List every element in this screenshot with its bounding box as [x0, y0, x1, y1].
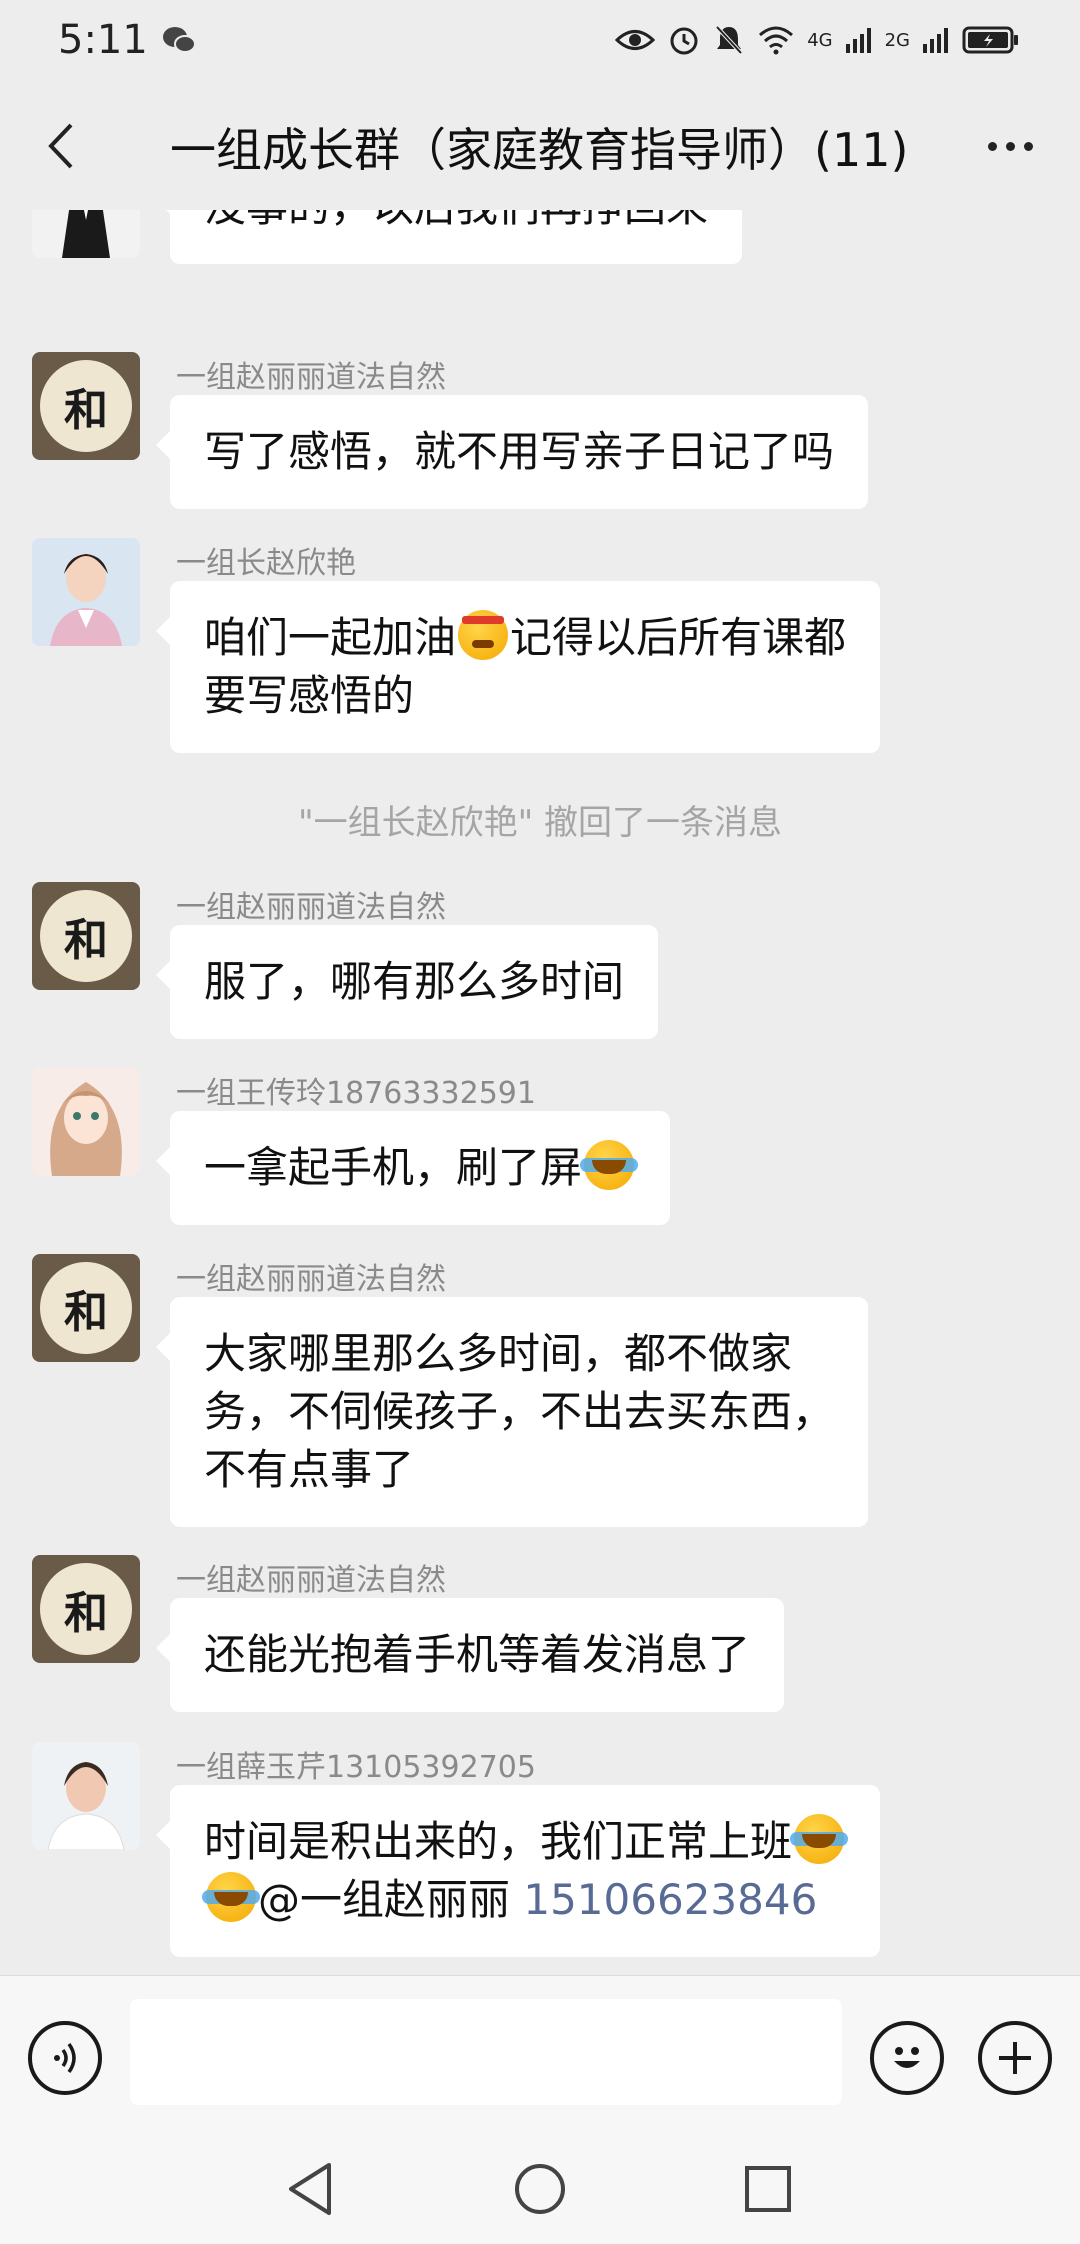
message-list[interactable]: 没事的，以后我们再挣回来 和 一组赵丽丽道法自然 写了感悟，就不用写亲子日记了吗… — [0, 210, 1080, 1975]
system-home-button[interactable] — [510, 2159, 570, 2219]
more-functions-button[interactable] — [978, 2021, 1052, 2095]
message-bubble[interactable]: 一拿起手机，刷了屏 — [155, 1111, 671, 1225]
triangle-back-icon — [289, 2163, 331, 2215]
message-text: 写了感悟，就不用写亲子日记了吗 — [204, 427, 835, 476]
sender-name: 一组赵丽丽道法自然 — [176, 890, 446, 925]
message-text: 时间是积出来的，我们正常上班 — [204, 1817, 793, 1866]
message-bubble[interactable]: 服了，哪有那么多时间 — [155, 925, 659, 1039]
mute-icon — [715, 25, 743, 55]
signal-icon-1 — [845, 28, 871, 53]
avatar-glyph: 和 — [40, 360, 132, 452]
message-input[interactable] — [130, 1999, 842, 2105]
emoji-fighting-icon — [458, 610, 509, 660]
plus-icon — [999, 2042, 1031, 2074]
network-label-1: 4G — [807, 29, 833, 51]
message-text: 要写感悟的 — [204, 671, 415, 720]
message-text: 没事的，以后我们再挣回来 — [204, 210, 708, 231]
chat-header: 一组成长群（家庭教育指导师）(11) — [0, 80, 1080, 210]
emoji-crying-laughing-icon — [202, 1872, 260, 1922]
voice-icon — [54, 2042, 76, 2074]
square-recents-icon — [745, 2166, 791, 2212]
wechat-notification-icon — [162, 27, 196, 53]
battery-icon — [962, 26, 1018, 54]
message-bubble[interactable]: 时间是积出来的，我们正常上班 @一组赵丽丽 15106623846 — [155, 1785, 881, 1957]
message-text: 咱们一起加油 — [204, 613, 457, 662]
phone-link[interactable]: 15106623846 — [523, 1875, 817, 1924]
network-label-2: 2G — [884, 29, 910, 51]
message-text: 大家哪里那么多时间，都不做家 — [204, 1329, 793, 1378]
back-arrow-icon — [48, 123, 73, 169]
avatar-glyph: 和 — [40, 890, 132, 982]
message-text: 记得以后所有课都 — [510, 613, 847, 662]
emoji-icon — [894, 2047, 920, 2068]
status-left: 5:11 — [58, 17, 196, 63]
emoji-button[interactable] — [870, 2021, 944, 2095]
avatar[interactable]: 和 — [32, 882, 140, 990]
sender-name: 一组长赵欣艳 — [176, 546, 356, 581]
avatar[interactable] — [32, 1068, 140, 1176]
status-bar: 5:11 4G 2G — [0, 0, 1080, 80]
message-text: 服了，哪有那么多时间 — [204, 957, 625, 1006]
signal-icon-2 — [923, 28, 948, 53]
message-text: 不有点事了 — [204, 1445, 415, 1494]
circle-home-icon — [515, 2164, 565, 2214]
sender-name: 一组薛玉芹13105392705 — [176, 1750, 536, 1785]
system-message-recalled: "一组长赵欣艳" 撤回了一条消息 — [297, 803, 783, 843]
input-bar — [0, 1975, 1080, 2135]
avatar[interactable] — [32, 210, 140, 258]
voice-button[interactable] — [28, 2021, 102, 2095]
eye-icon — [615, 30, 656, 50]
back-button[interactable] — [30, 116, 90, 176]
avatar[interactable]: 和 — [32, 1555, 140, 1663]
status-right: 4G 2G — [615, 23, 1020, 57]
sender-name: 一组赵丽丽道法自然 — [176, 1262, 446, 1297]
status-time: 5:11 — [58, 17, 148, 63]
avatar[interactable]: 和 — [32, 352, 140, 460]
emoji-crying-laughing-icon — [790, 1814, 849, 1864]
avatar[interactable] — [32, 1742, 140, 1850]
emoji-crying-laughing-icon — [580, 1140, 639, 1190]
avatar-glyph: 和 — [40, 1262, 132, 1354]
message-text: 一拿起手机，刷了屏 — [204, 1143, 583, 1192]
message-bubble[interactable]: 大家哪里那么多时间，都不做家 务，不伺候孩子，不出去买东西， 不有点事了 — [155, 1297, 869, 1527]
message-bubble[interactable]: 还能光抱着手机等着发消息了 — [155, 1598, 785, 1712]
sender-name: 一组王传玲18763332591 — [176, 1076, 536, 1111]
message-bubble[interactable]: 写了感悟，就不用写亲子日记了吗 — [155, 395, 869, 509]
alarm-icon — [670, 27, 698, 55]
message-bubble[interactable]: 没事的，以后我们再挣回来 — [155, 210, 743, 264]
avatar-glyph: 和 — [40, 1563, 132, 1655]
more-button[interactable] — [970, 116, 1050, 176]
more-icon — [987, 141, 997, 151]
sender-name: 一组赵丽丽道法自然 — [176, 360, 446, 395]
system-nav-bar — [0, 2135, 1080, 2244]
message-text: 还能光抱着手机等着发消息了 — [204, 1630, 751, 1679]
sender-name: 一组赵丽丽道法自然 — [176, 1563, 446, 1598]
chat-title: 一组成长群（家庭教育指导师）(11) — [170, 123, 909, 177]
wifi-icon — [759, 26, 794, 55]
avatar[interactable] — [32, 538, 140, 646]
system-recents-button[interactable] — [738, 2159, 798, 2219]
message-bubble[interactable]: 咱们一起加油 记得以后所有课都 要写感悟的 — [155, 581, 881, 753]
avatar[interactable]: 和 — [32, 1254, 140, 1362]
message-text: 务，不伺候孩子，不出去买东西， — [204, 1387, 835, 1436]
mention-text: @一组赵丽丽 — [258, 1875, 524, 1924]
system-back-button[interactable] — [280, 2159, 340, 2219]
